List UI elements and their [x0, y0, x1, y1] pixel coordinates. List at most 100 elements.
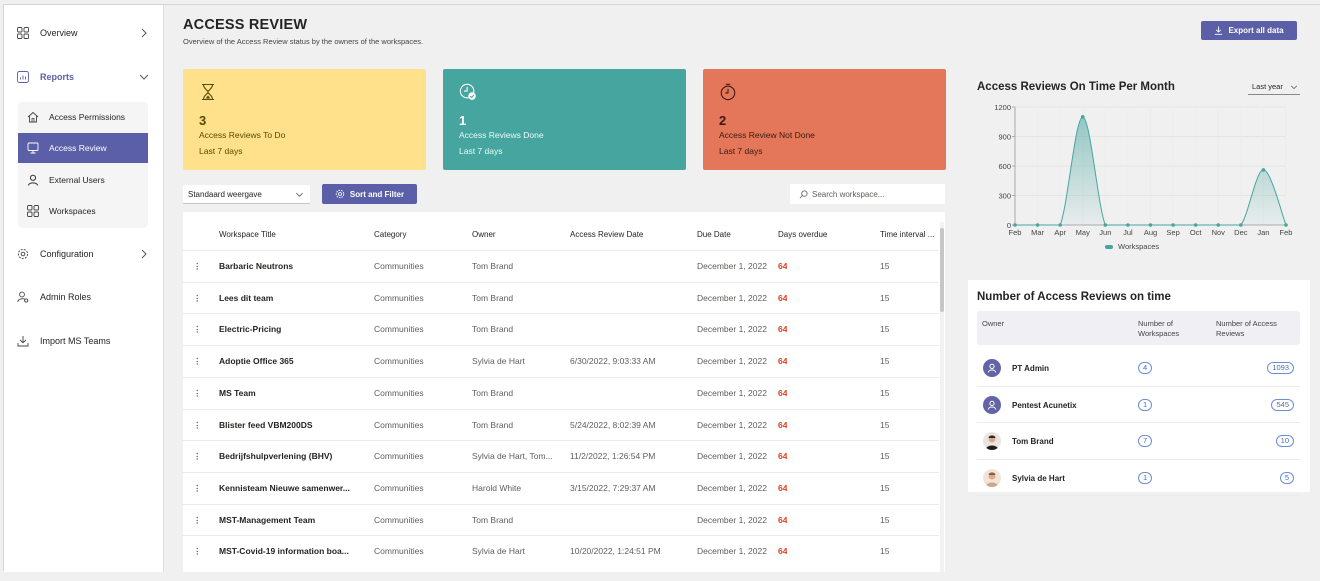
export-all-data-button[interactable]: Export all data [1201, 21, 1297, 40]
chevron-down-icon [296, 192, 303, 197]
table-row[interactable]: ⋮ Kennisteam Nieuwe samenwer... Communitie… [183, 471, 939, 504]
table-cell[interactable]: Adoptie Office 365 [219, 356, 369, 366]
more-options-icon[interactable]: ⋮ [193, 515, 201, 526]
column-header-days-overdue[interactable]: Days overdue [778, 230, 827, 239]
card-period: Last 7 days [719, 146, 763, 156]
sidebar-item-import-ms-teams[interactable]: Import MS Teams [4, 327, 164, 355]
sidebar-item-external-users[interactable]: External Users [18, 165, 148, 195]
table-cell: Communities [374, 419, 424, 430]
column-header-due-date[interactable]: Due Date [697, 230, 731, 239]
column-header-owner[interactable]: Owner [472, 230, 496, 239]
app-frame: Overview Reports Access Permissions Acce… [3, 4, 1320, 572]
chevron-right-icon[interactable] [138, 248, 150, 260]
gear-icon [335, 189, 345, 199]
card-value: 2 [719, 113, 727, 128]
more-options-icon[interactable]: ⋮ [193, 356, 201, 367]
photo-avatar-icon [983, 432, 1001, 450]
x-tick-label: Nov [1212, 228, 1226, 237]
table-row[interactable]: ⋮ Electric-Pricing Communities Tom Brand Dec… [183, 313, 939, 345]
more-options-icon[interactable]: ⋮ [193, 261, 201, 272]
table-cell[interactable]: Kennisteam Nieuwe samenwer... [219, 483, 369, 493]
owner-row[interactable]: PT Admin 4 1093 [977, 350, 1300, 387]
more-options-icon[interactable]: ⋮ [193, 546, 201, 557]
table-scrollbar-thumb[interactable] [940, 228, 944, 312]
table-cell: Sylvia de Hart [472, 546, 525, 557]
table-cell[interactable]: MS Team [219, 388, 369, 398]
column-header-time-interval[interactable]: Time interval ... [880, 230, 934, 239]
column-header-workspace-title[interactable]: Workspace Title [219, 230, 276, 239]
sidebar-item-admin-roles[interactable]: Admin Roles [4, 283, 164, 311]
table-cell: 64 [778, 261, 788, 271]
more-options-icon[interactable]: ⋮ [193, 451, 201, 462]
table-row[interactable]: ⋮ MS Team Communities Tom Brand December 1, … [183, 376, 939, 409]
data-point [1171, 223, 1175, 227]
photo-avatar-icon [983, 468, 1001, 487]
table-cell[interactable]: Lees dit team [219, 293, 369, 303]
table-cell: Communities [374, 324, 424, 335]
x-tick-label: Aug [1144, 228, 1157, 237]
sidebar-item-configuration[interactable]: Configuration [4, 240, 164, 268]
gear-icon [16, 247, 30, 261]
reviews-count-badge: 545 [1271, 398, 1294, 411]
table-cell: Harold White [472, 482, 522, 493]
sort-filter-button[interactable]: Sort and Filter [322, 184, 417, 204]
more-options-icon[interactable]: ⋮ [193, 483, 201, 494]
chevron-down-icon[interactable] [138, 71, 150, 83]
search-input[interactable]: Search workspace... [790, 184, 945, 204]
owner-row[interactable]: Sylvia de Hart 1 5 [977, 460, 1300, 496]
range-select-value: Last year [1252, 82, 1283, 91]
legend-label: Workspaces [1118, 242, 1159, 251]
table-cell[interactable]: Barbaric Neutrons [219, 261, 369, 271]
view-select[interactable]: Standaard weergave [183, 185, 310, 204]
table-cell: 15 [880, 324, 890, 335]
table-cell: 15 [880, 261, 890, 271]
more-options-icon[interactable]: ⋮ [193, 293, 201, 304]
table-row[interactable]: ⋮ Lees dit team Communities Tom Brand Decemb… [183, 281, 939, 314]
owner-row[interactable]: Pentest Acunetix 1 545 [977, 387, 1300, 423]
table-row[interactable]: ⋮ MST-Covid-19 information boa... Communit… [183, 535, 939, 567]
x-tick-label: Jun [1099, 228, 1111, 237]
more-options-icon[interactable]: ⋮ [193, 420, 201, 431]
reviews-count-badge: 10 [1275, 435, 1294, 447]
owner-name: Pentest Acunetix [1012, 400, 1077, 410]
table-cell[interactable]: Electric-Pricing [219, 324, 369, 334]
table-cell: 6/30/2022, 9:03:33 AM [570, 356, 656, 367]
sidebar-item-overview[interactable]: Overview [4, 19, 164, 47]
workspaces-count-badge: 4 [1138, 362, 1153, 374]
table-cell: December 1, 2022 [697, 482, 767, 493]
card-reviews-done[interactable]: 1 Access Reviews Done Last 7 days [443, 69, 686, 170]
column-header-owner[interactable]: Owner [982, 319, 1004, 329]
table-row[interactable]: ⋮ Adoptie Office 365 Communities Sylvia de … [183, 345, 939, 377]
table-cell: December 1, 2022 [697, 261, 767, 271]
card-title: Access Reviews Done [459, 130, 544, 140]
column-header-number-of-access-reviews[interactable]: Number of Access Reviews [1216, 319, 1296, 339]
more-options-icon[interactable]: ⋮ [193, 324, 201, 335]
column-header-category[interactable]: Category [374, 230, 406, 239]
table-cell[interactable]: Bedrijfshulpverlening (BHV) [219, 451, 369, 461]
sidebar-item-access-permissions[interactable]: Access Permissions [18, 102, 148, 132]
grid-icon [26, 204, 40, 218]
range-select[interactable]: Last year [1248, 79, 1300, 95]
owner-row[interactable]: Tom Brand 7 10 [977, 423, 1300, 460]
table-cell[interactable]: Blister feed VBM200DS [219, 420, 369, 430]
chevron-right-icon[interactable] [138, 27, 150, 39]
table-row[interactable]: ⋮ MST-Management Team Communities Tom Brand… [183, 503, 939, 536]
more-options-icon[interactable]: ⋮ [193, 388, 201, 399]
table-cell[interactable]: MST-Management Team [219, 515, 369, 525]
table-row[interactable]: ⋮ Blister feed VBM200DS Communities Tom Bra… [183, 408, 939, 441]
sidebar-item-reports[interactable]: Reports [4, 63, 164, 91]
table-cell[interactable]: MST-Covid-19 information boa... [219, 546, 369, 556]
card-reviews-to-do[interactable]: 3 Access Reviews To Do Last 7 days [183, 69, 426, 170]
table-row[interactable]: ⋮ Bedrijfshulpverlening (BHV) Communities S… [183, 440, 939, 472]
page-title: ACCESS REVIEW [183, 17, 308, 33]
table-cell: 3/15/2022, 7:29:37 AM [570, 482, 656, 493]
sidebar-item-workspaces[interactable]: Workspaces [18, 196, 148, 226]
table-row[interactable]: ⋮ Barbaric Neutrons Communities Tom Brand De… [183, 250, 939, 282]
x-tick-label: Apr [1054, 228, 1066, 237]
sidebar-item-access-review[interactable]: Access Review [18, 133, 148, 163]
admin-roles-icon [16, 290, 30, 304]
column-header-number-of-workspaces[interactable]: Number of Workspaces [1138, 319, 1198, 339]
card-reviews-not-done[interactable]: 2 Access Review Not Done Last 7 days [703, 69, 946, 170]
column-header-access-review-date[interactable]: Access Review Date [570, 230, 643, 239]
download-icon [1215, 26, 1223, 35]
